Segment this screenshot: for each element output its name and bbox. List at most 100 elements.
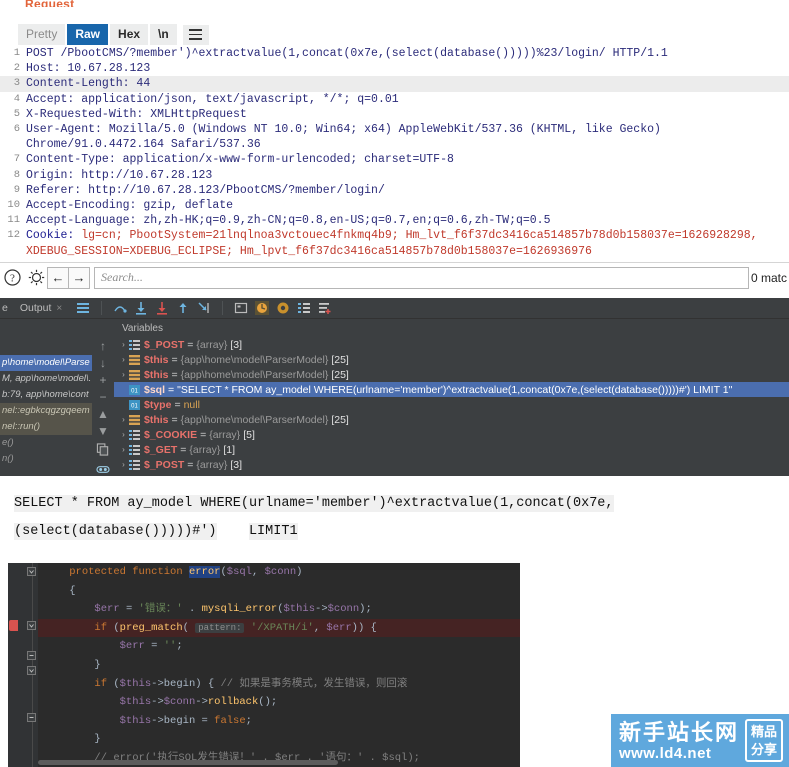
- line-number: 9: [13, 183, 20, 196]
- request-line: 7 Content-Type: application/x-www-form-ur…: [0, 152, 789, 167]
- watermark-badge-line1: 精品: [750, 723, 777, 739]
- stack-frame[interactable]: n(): [0, 451, 92, 467]
- request-line: 2 Host: 10.67.28.123: [0, 61, 789, 76]
- expand-icon[interactable]: ▼: [97, 425, 109, 437]
- hamburger-icon[interactable]: [182, 24, 209, 45]
- search-input[interactable]: Search...: [94, 266, 749, 289]
- php-code-editor[interactable]: protected function error($sql, $conn) { …: [8, 563, 520, 767]
- search-bar: ? ← → Search... 0 matc: [0, 262, 789, 292]
- horizontal-scrollbar[interactable]: [38, 760, 338, 765]
- debugger-tab-truncated[interactable]: e: [0, 302, 14, 314]
- step-over-icon[interactable]: [113, 301, 127, 315]
- code-fold-icon[interactable]: [27, 713, 36, 722]
- variable-row[interactable]: › $this = {app\home\model\ParserModel} […: [114, 352, 789, 367]
- code-token: ->: [151, 696, 164, 709]
- call-stack-panel[interactable]: p\home\model\Parse M, app\home\model\. b…: [0, 319, 92, 476]
- code-fold-icon[interactable]: [27, 666, 36, 675]
- code-token: )) {: [351, 621, 377, 634]
- code-token: rollback: [207, 696, 259, 709]
- equals-sign: =: [200, 428, 207, 441]
- variable-row[interactable]: › $this = {app\home\model\ParserModel} […: [114, 412, 789, 427]
- variable-count: [25]: [331, 368, 349, 381]
- step-out-icon[interactable]: [176, 301, 190, 315]
- debugger-tab-output[interactable]: Output ×: [14, 302, 68, 314]
- breakpoint-marker[interactable]: [9, 620, 18, 631]
- debugger-toolbar[interactable]: [72, 301, 332, 315]
- request-view-tabs[interactable]: Pretty Raw Hex \n: [18, 24, 209, 45]
- variable-row[interactable]: › $_GET = {array} [1]: [114, 442, 789, 457]
- code-token: $this: [119, 714, 152, 727]
- editor-gutter[interactable]: [8, 563, 38, 767]
- tab-pretty[interactable]: Pretty: [18, 24, 66, 45]
- variable-row[interactable]: › $this = {app\home\model\ParserModel} […: [114, 367, 789, 382]
- add-icon[interactable]: +: [99, 374, 106, 386]
- add-watch-icon[interactable]: [318, 301, 332, 315]
- variable-count: [3]: [230, 338, 243, 351]
- sql-line-1: SELECT * FROM ay_model WHERE(urlname='me…: [14, 490, 789, 518]
- question-mark-icon[interactable]: ?: [0, 267, 24, 289]
- stack-frame[interactable]: p\home\model\Parse: [0, 355, 92, 371]
- force-step-into-icon[interactable]: [155, 301, 169, 315]
- code-token: $err: [94, 603, 120, 616]
- step-into-icon[interactable]: [134, 301, 148, 315]
- variable-name: $_POST: [144, 458, 185, 471]
- variable-type: {array}: [196, 338, 228, 351]
- request-line: 3 Content-Length: 44: [0, 76, 789, 92]
- down-arrow-icon[interactable]: ↓: [100, 357, 106, 369]
- variables-panel[interactable]: Variables › $_POST = {array} [3] › $this…: [114, 319, 789, 476]
- copy-icon[interactable]: [96, 443, 110, 456]
- request-raw-body[interactable]: 1 POST /PbootCMS/?member')^extractvalue(1…: [0, 46, 789, 258]
- show-values-inline-icon[interactable]: [297, 301, 311, 315]
- variable-row-selected[interactable]: 01 $sql = "SELECT * FROM ay_model WHERE(…: [114, 382, 789, 397]
- code-line: }: [38, 730, 520, 749]
- code-token: // 如果是事务模式，发生错误，则回滚: [220, 677, 408, 690]
- mute-breakpoints-icon[interactable]: [255, 301, 270, 315]
- tab-newline[interactable]: \n: [150, 24, 177, 45]
- tab-hex[interactable]: Hex: [110, 24, 149, 45]
- chevron-right-icon[interactable]: ›: [118, 370, 129, 379]
- chevron-right-icon[interactable]: ›: [118, 430, 129, 439]
- code-fold-icon[interactable]: [27, 621, 36, 630]
- run-to-cursor-icon[interactable]: [197, 301, 211, 315]
- stack-frame[interactable]: b:79, app\home\cont: [0, 387, 92, 403]
- line-text: Accept-Language: zh,zh-HK;q=0.9,zh-CN;q=…: [26, 214, 551, 228]
- variable-row[interactable]: › $_COOKIE = {array} [5]: [114, 427, 789, 442]
- object-icon: [129, 354, 140, 365]
- view-breakpoints-icon[interactable]: [76, 301, 90, 315]
- gear-icon[interactable]: [24, 267, 48, 289]
- chevron-right-icon[interactable]: ›: [118, 355, 129, 364]
- chevron-right-icon[interactable]: ›: [118, 340, 129, 349]
- close-icon[interactable]: ×: [56, 303, 62, 314]
- settings-icon[interactable]: [276, 301, 290, 315]
- stack-frame[interactable]: M, app\home\model\.: [0, 371, 92, 387]
- request-line: 8 Origin: http://10.67.28.123: [0, 168, 789, 183]
- arrow-left-icon[interactable]: ←: [47, 266, 69, 289]
- line-number: 11: [7, 214, 20, 227]
- stack-frame[interactable]: nel::run(): [0, 419, 92, 435]
- equals-sign: =: [171, 368, 178, 381]
- code-token: (: [107, 677, 120, 690]
- remove-icon[interactable]: −: [99, 391, 106, 403]
- collapse-icon[interactable]: ▲: [97, 408, 109, 420]
- editor-code-area[interactable]: protected function error($sql, $conn) { …: [38, 563, 520, 767]
- variable-name: $_GET: [144, 443, 178, 456]
- debugger-body: p\home\model\Parse M, app\home\model\. b…: [0, 319, 789, 476]
- code-line: $this->$conn->rollback();: [38, 693, 520, 712]
- link-icon[interactable]: [96, 463, 110, 476]
- gutter-divider: [32, 563, 33, 767]
- code-fold-icon[interactable]: [27, 651, 36, 660]
- chevron-right-icon[interactable]: ›: [118, 415, 129, 424]
- up-arrow-icon[interactable]: ↑: [100, 340, 106, 352]
- evaluate-expression-icon[interactable]: [234, 301, 248, 315]
- variables-side-toolbar[interactable]: ↑ ↓ + − ▲ ▼: [92, 319, 114, 476]
- arrow-right-icon[interactable]: →: [68, 266, 90, 289]
- chevron-right-icon[interactable]: ›: [118, 445, 129, 454]
- stack-frame[interactable]: nel::egbkcqgzgqeem: [0, 403, 92, 419]
- variable-row[interactable]: › $_POST = {array} [3]: [114, 337, 789, 352]
- tab-raw[interactable]: Raw: [67, 24, 109, 45]
- variable-row[interactable]: 01 $type = null: [114, 397, 789, 412]
- stack-frame[interactable]: e(): [0, 435, 92, 451]
- chevron-right-icon[interactable]: ›: [118, 460, 129, 469]
- code-fold-icon[interactable]: [27, 567, 36, 576]
- variable-row[interactable]: › $_POST = {array} [3]: [114, 457, 789, 472]
